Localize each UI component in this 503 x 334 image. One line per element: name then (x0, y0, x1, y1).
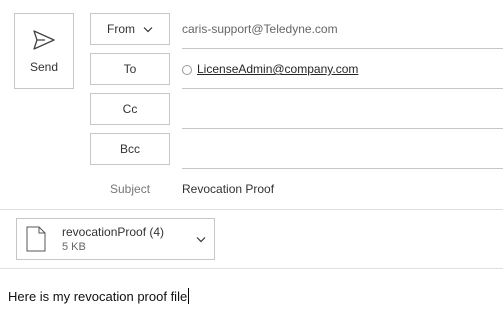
from-divider (182, 48, 503, 49)
to-divider (182, 88, 503, 89)
from-button[interactable]: From (90, 13, 170, 45)
to-field[interactable]: LicenseAdmin@company.com (182, 62, 358, 76)
cc-button[interactable]: Cc (90, 93, 170, 125)
subject-label: Subject (110, 182, 151, 196)
file-icon (26, 226, 46, 252)
text-caret (188, 288, 190, 304)
cc-divider (182, 128, 503, 129)
chevron-down-icon[interactable] (196, 236, 206, 243)
attachment-card[interactable]: revocationProof (4) 5 KB (16, 218, 215, 260)
presence-icon (182, 64, 192, 75)
bcc-button[interactable]: Bcc (90, 133, 170, 165)
from-label: From (107, 22, 135, 36)
chevron-down-icon (143, 26, 153, 32)
bcc-divider (182, 168, 503, 169)
to-recipient-chip[interactable]: LicenseAdmin@company.com (197, 62, 358, 76)
subject-field[interactable]: Revocation Proof (182, 182, 274, 196)
message-body-text: Here is my revocation proof file (8, 288, 188, 304)
bcc-label: Bcc (119, 142, 140, 156)
cc-label: Cc (122, 102, 138, 116)
attachment-separator (0, 268, 503, 269)
to-label: To (123, 62, 137, 76)
send-icon (33, 30, 55, 50)
from-address: caris-support@Teledyne.com (182, 22, 338, 36)
attachment-size: 5 KB (62, 240, 86, 253)
message-body[interactable]: Here is my revocation proof file (8, 288, 190, 304)
attachment-name: revocationProof (4) (62, 224, 165, 239)
send-label: Send (29, 60, 59, 74)
to-button[interactable]: To (90, 53, 170, 85)
header-separator (0, 209, 503, 210)
send-button[interactable]: Send (14, 13, 74, 89)
